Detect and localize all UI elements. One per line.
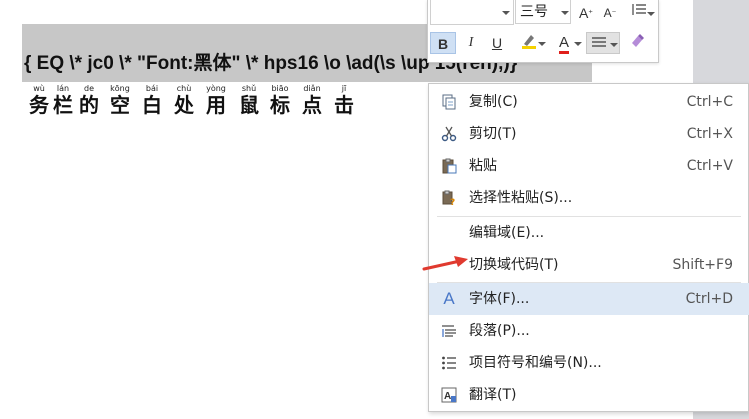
context-menu: 复制(C) Ctrl+C 剪切(T) Ctrl+X 粘贴 Ctrl+V ? 选择… [428,83,749,412]
hanzi: 鼠 [239,93,259,117]
chevron-down-icon [538,42,546,46]
menu-item-shortcut: Ctrl+V [686,158,733,174]
grow-font-button[interactable]: A⁺ [576,2,596,24]
hanzi: 的 [79,93,99,117]
italic-button[interactable]: I [460,32,482,54]
menu-item-copy[interactable]: 复制(C) Ctrl+C [429,86,749,118]
svg-text:A: A [444,391,451,402]
hanzi: 白 [142,93,162,117]
menu-item-cut[interactable]: 剪切(T) Ctrl+X [429,118,749,150]
menu-item-paragraph[interactable]: 段落(P)... [429,315,749,347]
alignment-button[interactable] [586,32,620,54]
menu-item-paste-special[interactable]: ? 选择性粘贴(S)... [429,182,749,214]
ruby-char[interactable]: chù 处 [169,84,199,116]
menu-item-bullets-numbering[interactable]: 项目符号和编号(N)... [429,347,749,379]
ruby-char[interactable]: bái 白 [137,84,167,116]
hanzi: 击 [334,93,354,117]
decrease-marker-icon: ⁻ [611,8,617,18]
menu-item-shortcut: Ctrl+D [685,291,733,307]
highlighter-icon [522,35,536,49]
menu-item-shortcut: Ctrl+C [686,94,733,110]
menu-item-label: 项目符号和编号(N)... [469,355,602,371]
menu-item-translate[interactable]: A 翻译(T) [429,379,749,411]
menu-item-label: 剪切(T) [469,126,517,142]
menu-item-label: 字体(F)... [469,291,530,307]
line-spacing-button[interactable] [624,2,655,24]
menu-item-label: 切换域代码(T) [469,257,559,273]
ruby-char[interactable]: yòng 用 [201,84,231,116]
hanzi: 空 [110,93,130,117]
document-page: { EQ \* jc0 \* "Font:黑体" \* hps16 \o \ad… [0,0,749,419]
hanzi: 用 [206,93,226,117]
highlight-button[interactable] [514,32,546,54]
increase-marker-icon: ⁺ [588,8,594,18]
underline-button[interactable]: U [486,32,508,54]
menu-item-label: 粘贴 [469,158,497,174]
font-name-dropdown[interactable] [430,0,514,25]
menu-item-label: 复制(C) [469,94,518,110]
shrink-font-button[interactable]: A⁻ [600,2,620,24]
chevron-down-icon [574,42,582,46]
font-icon: A [443,289,455,308]
font-color-button[interactable]: A [548,32,582,54]
bullets-icon [442,356,456,370]
menu-item-label: 编辑域(E)... [469,225,545,241]
align-justify-icon [592,37,606,47]
menu-item-label: 选择性粘贴(S)... [469,190,573,206]
menu-item-label: 翻译(T) [469,387,517,403]
font-size-value: 三号 [520,4,548,20]
ruby-char[interactable]: biāo 标 [265,84,295,116]
font-color-glyph: A [558,34,569,54]
ruby-char[interactable]: diǎn 点 [297,84,327,116]
hanzi: 点 [302,93,322,117]
chevron-down-icon [561,11,569,15]
grow-font-glyph: A [578,5,589,21]
eraser-icon [632,34,644,47]
chevron-down-icon [502,11,510,15]
paragraph-icon [442,325,456,337]
menu-item-label: 段落(P)... [469,323,530,339]
hanzi: 标 [270,93,290,117]
shrink-font-glyph: A [603,6,612,20]
ruby-char[interactable]: jī 击 [329,84,359,116]
ruby-char[interactable]: kōng 空 [105,84,135,116]
menu-item-shortcut: Ctrl+X [686,126,733,142]
menu-item-shortcut: Shift+F9 [672,257,733,273]
font-size-dropdown[interactable]: 三号 [515,0,571,24]
line-spacing-icon [632,4,646,15]
copy-icon [442,94,456,110]
format-painter-button[interactable] [624,32,650,54]
mini-toolbar: 三号 A⁺ A⁻ B I U A [427,0,659,63]
menu-item-edit-field[interactable]: 编辑域(E)... [429,217,749,249]
translate-icon: A [441,387,457,403]
paste-icon [442,158,457,174]
annotation-arrow-icon [422,256,468,271]
menu-item-paste[interactable]: 粘贴 Ctrl+V [429,150,749,182]
paste-special-icon: ? [442,190,455,206]
bold-button[interactable]: B [430,32,456,54]
chevron-down-icon [610,43,618,47]
hanzi: 处 [174,93,194,117]
chevron-down-icon [647,12,655,16]
scissors-icon [441,126,457,142]
menu-item-toggle-field-codes[interactable]: 切换域代码(T) Shift+F9 [429,249,749,281]
ruby-char[interactable]: shǔ 鼠 [234,84,264,116]
svg-text:?: ? [450,198,455,206]
ruby-char[interactable]: de 的 [74,84,104,116]
menu-item-font[interactable]: A 字体(F)... Ctrl+D [429,283,749,315]
